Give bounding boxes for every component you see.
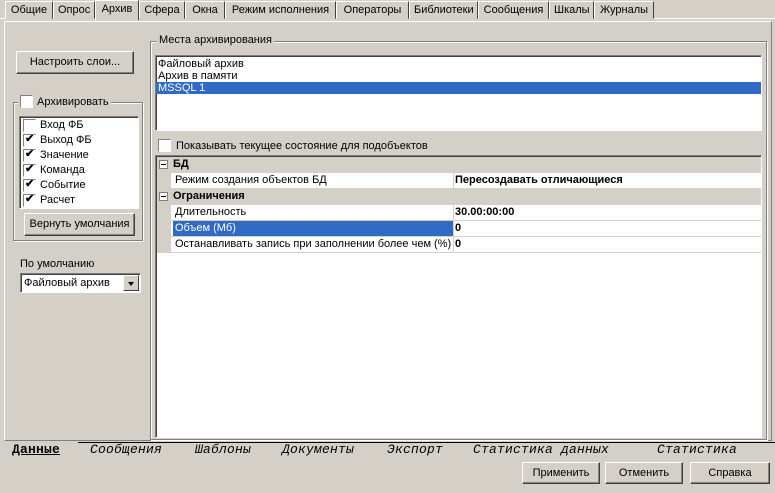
apply-button[interactable]: Применить	[522, 462, 600, 484]
help-button[interactable]: Справка	[690, 462, 770, 484]
calculation-checkbox[interactable]	[23, 193, 36, 207]
top-tab-bar: Общие Опрос Архив Сфера Окна Режим испол…	[0, 0, 775, 20]
archive-types-list[interactable]: Вход ФБ Выход ФБ Значение Команда Событи…	[19, 116, 139, 209]
tab-messages[interactable]: Сообщения	[478, 1, 549, 19]
list-item[interactable]: MSSQL 1	[156, 82, 761, 94]
cancel-button[interactable]: Отменить	[605, 462, 683, 484]
row-gutter	[157, 205, 171, 220]
show-state-row: Показывать текущее состояние для подобъе…	[158, 139, 428, 152]
tab-messages-bottom[interactable]: Сообщения	[90, 442, 162, 458]
list-item[interactable]: Событие	[20, 178, 138, 193]
category-limits-label: Ограничения	[173, 190, 245, 202]
tab-scales[interactable]: Шкалы	[549, 1, 594, 19]
configure-layers-button[interactable]: Настроить слои...	[16, 51, 134, 74]
tab-windows[interactable]: Окна	[185, 1, 225, 19]
archive-checkbox[interactable]	[20, 95, 33, 108]
show-state-label: Показывать текущее состояние для подобъе…	[176, 139, 428, 152]
tab-sphere[interactable]: Сфера	[139, 1, 185, 19]
property-name: Останавливать запись при заполнении боле…	[175, 238, 452, 250]
fb-input-checkbox[interactable]	[23, 119, 36, 132]
list-item[interactable]: Файловый архив	[156, 58, 761, 70]
table-row[interactable]: Объем (Мб) 0	[157, 221, 761, 237]
tab-execution-mode[interactable]: Режим исполнения	[225, 1, 336, 19]
tab-export[interactable]: Экспорт	[387, 442, 443, 458]
fb-output-label: Выход ФБ	[40, 134, 92, 146]
tab-general[interactable]: Общие	[5, 1, 53, 19]
bottom-tab-bar: Данные Сообщения Шаблоны Документы Экспо…	[6, 442, 775, 459]
property-name: Режим создания объектов БД	[175, 174, 327, 186]
collapse-icon[interactable]	[159, 160, 168, 169]
tab-operators[interactable]: Операторы	[336, 1, 409, 19]
archive-group-header: Архивировать	[18, 95, 111, 108]
tab-statistics[interactable]: Статистика	[657, 442, 737, 458]
collapse-icon[interactable]	[159, 192, 168, 201]
archive-checkbox-label: Архивировать	[37, 95, 109, 108]
chevron-down-icon[interactable]	[123, 275, 139, 291]
event-label: Событие	[40, 179, 86, 191]
property-value[interactable]: 0	[454, 221, 461, 236]
list-item[interactable]: Команда	[20, 163, 138, 178]
tab-journals[interactable]: Журналы	[594, 1, 654, 19]
default-label: По умолчанию	[20, 258, 95, 270]
show-state-checkbox[interactable]	[158, 139, 171, 152]
row-gutter	[157, 221, 171, 236]
table-row[interactable]: Режим создания объектов БД Пересоздавать…	[157, 173, 761, 189]
list-item[interactable]: Расчет	[20, 193, 138, 208]
property-name: Объем (Мб)	[173, 221, 453, 236]
calculation-label: Расчет	[40, 194, 75, 206]
command-checkbox[interactable]	[23, 163, 36, 177]
reset-defaults-button[interactable]: Вернуть умолчания	[24, 213, 135, 236]
row-gutter	[157, 173, 171, 188]
value-label: Значение	[40, 149, 89, 161]
list-item[interactable]: Архив в памяти	[156, 70, 761, 82]
property-value[interactable]: 30.00:00:00	[454, 205, 514, 220]
tab-documents[interactable]: Документы	[282, 442, 354, 458]
archive-locations-label: Места архивирования	[157, 34, 274, 46]
list-item[interactable]: Значение	[20, 148, 138, 163]
property-value[interactable]: Пересоздавать отличающиеся	[454, 173, 623, 188]
command-label: Команда	[40, 164, 85, 176]
default-archive-value: Файловый архив	[24, 277, 110, 289]
category-limits[interactable]: Ограничения	[157, 189, 761, 205]
fb-output-checkbox[interactable]	[23, 133, 36, 147]
fb-input-label: Вход ФБ	[40, 119, 84, 131]
event-checkbox[interactable]	[23, 178, 36, 192]
table-row[interactable]: Останавливать запись при заполнении боле…	[157, 237, 761, 253]
category-db-label: БД	[173, 158, 189, 170]
property-grid: БД Режим создания объектов БД Пересоздав…	[155, 155, 762, 438]
tab-libraries[interactable]: Библиотеки	[409, 1, 478, 19]
archive-locations-list[interactable]: Файловый архив Архив в памяти MSSQL 1	[155, 55, 762, 131]
category-db[interactable]: БД	[157, 157, 761, 173]
list-item[interactable]: Выход ФБ	[20, 133, 138, 148]
list-item[interactable]: Вход ФБ	[20, 118, 138, 133]
tab-data-statistics[interactable]: Статистика данных	[473, 442, 609, 458]
property-value[interactable]: 0	[454, 237, 461, 252]
tab-poll[interactable]: Опрос	[53, 1, 95, 19]
tab-data[interactable]: Данные	[12, 442, 60, 458]
default-archive-select[interactable]: Файловый архив	[20, 273, 141, 293]
tab-templates[interactable]: Шаблоны	[195, 442, 251, 458]
tab-archive[interactable]: Архив	[95, 0, 139, 20]
property-name: Длительность	[175, 206, 247, 218]
table-row[interactable]: Длительность 30.00:00:00	[157, 205, 761, 221]
row-gutter	[157, 237, 171, 252]
value-checkbox[interactable]	[23, 148, 36, 162]
